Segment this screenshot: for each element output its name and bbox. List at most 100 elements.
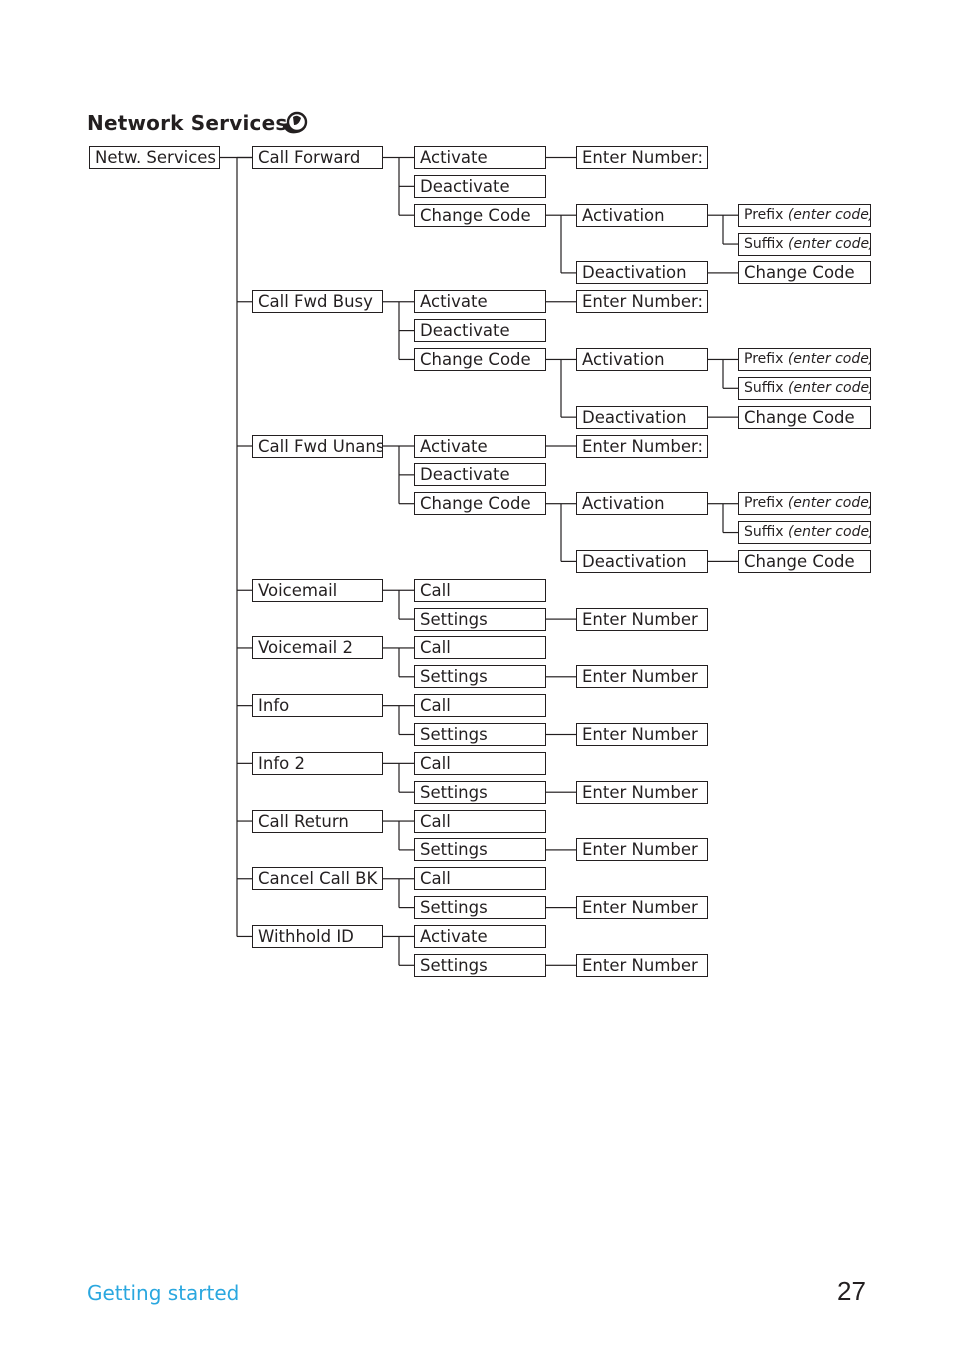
menu-item-call-fwd-busy[interactable]: Call Fwd Busy bbox=[252, 290, 383, 314]
page-number: 27 bbox=[837, 1276, 866, 1306]
menu-item-label: Enter Number bbox=[582, 725, 698, 744]
menu-item-deactivation[interactable]: Deactivation bbox=[576, 549, 708, 573]
menu-item-suffix[interactable]: Suffix (enter code) bbox=[738, 521, 871, 545]
menu-item-enter-number[interactable]: Enter Number bbox=[576, 780, 708, 804]
menu-item-call[interactable]: Call bbox=[414, 694, 546, 718]
menu-item-activation[interactable]: Activation bbox=[576, 492, 708, 516]
menu-item-call-return[interactable]: Call Return bbox=[252, 809, 383, 833]
menu-item-note: (enter code) bbox=[788, 524, 871, 541]
menu-item-label: Settings bbox=[420, 840, 488, 860]
menu-item-label: Enter Number bbox=[582, 840, 698, 860]
menu-item-activation[interactable]: Activation bbox=[576, 347, 708, 371]
menu-item-change-code[interactable]: Change Code bbox=[738, 261, 871, 285]
menu-item-label: Deactivate bbox=[420, 321, 510, 341]
menu-item-activate[interactable]: Activate bbox=[414, 924, 546, 948]
menu-item-suffix[interactable]: Suffix (enter code) bbox=[738, 376, 871, 400]
menu-item-label: Suffix bbox=[744, 379, 784, 396]
menu-item-label: Activate bbox=[420, 148, 488, 167]
menu-item-voicemail-2[interactable]: Voicemail 2 bbox=[252, 636, 383, 660]
menu-item-enter-number[interactable]: Enter Number bbox=[576, 723, 708, 746]
menu-item-prefix[interactable]: Prefix (enter code) bbox=[738, 203, 871, 227]
menu-item-call[interactable]: Call bbox=[414, 867, 546, 891]
menu-item-label: Change Code bbox=[420, 494, 531, 514]
menu-item-call[interactable]: Call bbox=[414, 809, 546, 833]
menu-item-call-fwd-unans[interactable]: Call Fwd Unans bbox=[252, 434, 383, 458]
menu-item-label: Deactivation bbox=[582, 263, 687, 283]
menu-item-call[interactable]: Call bbox=[414, 578, 546, 602]
menu-item-label: Settings bbox=[420, 725, 488, 744]
menu-item-label: Deactivate bbox=[420, 176, 510, 196]
menu-item-label: Info bbox=[258, 696, 290, 716]
menu-item-activate[interactable]: Activate bbox=[414, 146, 546, 169]
menu-item-label: Call Return bbox=[258, 811, 349, 831]
menu-item-enter-number[interactable]: Enter Number: bbox=[576, 146, 708, 169]
menu-item-info-2[interactable]: Info 2 bbox=[252, 751, 383, 775]
menu-item-settings[interactable]: Settings bbox=[414, 780, 546, 804]
menu-item-label: Call bbox=[420, 753, 451, 773]
menu-item-call[interactable]: Call bbox=[414, 636, 546, 660]
menu-item-deactivate[interactable]: Deactivate bbox=[414, 174, 546, 198]
menu-item-withhold-id[interactable]: Withhold ID bbox=[252, 924, 383, 948]
menu-item-settings[interactable]: Settings bbox=[414, 838, 546, 862]
menu-item-note: (enter code) bbox=[788, 379, 871, 396]
menu-item-netw-services[interactable]: Netw. Services bbox=[89, 146, 220, 169]
menu-item-label: Cancel Call BK bbox=[258, 869, 378, 889]
menu-item-label: Activate bbox=[420, 292, 488, 312]
menu-item-label: Call bbox=[420, 696, 451, 716]
menu-item-label: Call bbox=[420, 638, 451, 658]
menu-item-deactivate[interactable]: Deactivate bbox=[414, 319, 546, 343]
menu-item-label: Call bbox=[420, 580, 451, 600]
menu-item-label: Suffix bbox=[744, 524, 784, 541]
menu-item-enter-number[interactable]: Enter Number bbox=[576, 665, 708, 689]
menu-item-label: Netw. Services bbox=[95, 148, 217, 167]
menu-item-enter-number[interactable]: Enter Number: bbox=[576, 290, 708, 314]
menu-item-enter-number[interactable]: Enter Number: bbox=[576, 434, 708, 458]
menu-item-settings[interactable]: Settings bbox=[414, 665, 546, 689]
menu-item-settings[interactable]: Settings bbox=[414, 723, 546, 746]
menu-item-activate[interactable]: Activate bbox=[414, 434, 546, 458]
menu-item-label: Activation bbox=[582, 205, 665, 225]
menu-item-deactivation[interactable]: Deactivation bbox=[576, 405, 708, 429]
menu-item-note: (enter code) bbox=[787, 350, 871, 367]
menu-item-change-code[interactable]: Change Code bbox=[414, 203, 546, 227]
menu-item-change-code[interactable]: Change Code bbox=[414, 492, 546, 516]
menu-item-enter-number[interactable]: Enter Number bbox=[576, 953, 708, 977]
menu-item-prefix[interactable]: Prefix (enter code) bbox=[738, 347, 871, 371]
menu-item-settings[interactable]: Settings bbox=[414, 953, 546, 977]
menu-item-label: Enter Number bbox=[582, 609, 698, 629]
menu-item-label: Prefix bbox=[744, 350, 784, 367]
menu-item-settings[interactable]: Settings bbox=[414, 896, 546, 920]
menu-item-change-code[interactable]: Change Code bbox=[738, 549, 871, 573]
menu-item-call[interactable]: Call bbox=[414, 751, 546, 775]
menu-item-note: (enter code) bbox=[787, 206, 871, 223]
menu-item-label: Prefix bbox=[744, 495, 784, 512]
menu-item-label: Enter Number bbox=[582, 898, 698, 918]
menu-item-enter-number[interactable]: Enter Number bbox=[576, 607, 708, 631]
menu-item-change-code[interactable]: Change Code bbox=[738, 405, 871, 429]
menu-item-deactivate[interactable]: Deactivate bbox=[414, 463, 546, 487]
menu-item-change-code[interactable]: Change Code bbox=[414, 347, 546, 371]
menu-item-enter-number[interactable]: Enter Number bbox=[576, 838, 708, 862]
menu-item-label: Call bbox=[420, 811, 451, 831]
menu-item-voicemail[interactable]: Voicemail bbox=[252, 578, 383, 602]
menu-item-label: Call Fwd Busy bbox=[258, 292, 373, 312]
menu-item-prefix[interactable]: Prefix (enter code) bbox=[738, 492, 871, 516]
menu-item-label: Enter Number bbox=[582, 782, 698, 802]
menu-item-label: Settings bbox=[420, 898, 488, 918]
menu-item-label: Change Code bbox=[744, 407, 855, 427]
menu-item-note: (enter code) bbox=[788, 235, 871, 252]
menu-item-cancel-call-bk[interactable]: Cancel Call BK bbox=[252, 867, 383, 891]
menu-item-label: Enter Number bbox=[582, 667, 698, 687]
menu-item-label: Activate bbox=[420, 926, 488, 946]
menu-item-settings[interactable]: Settings bbox=[414, 607, 546, 631]
menu-item-activate[interactable]: Activate bbox=[414, 290, 546, 314]
menu-item-label: Voicemail 2 bbox=[258, 638, 354, 658]
menu-item-label: Prefix bbox=[744, 206, 784, 223]
menu-item-label: Enter Number: bbox=[582, 148, 704, 167]
menu-item-info[interactable]: Info bbox=[252, 694, 383, 718]
menu-item-activation[interactable]: Activation bbox=[576, 203, 708, 227]
menu-item-enter-number[interactable]: Enter Number bbox=[576, 896, 708, 920]
menu-item-suffix[interactable]: Suffix (enter code) bbox=[738, 232, 871, 256]
menu-item-deactivation[interactable]: Deactivation bbox=[576, 261, 708, 285]
menu-item-call-forward[interactable]: Call Forward bbox=[252, 146, 383, 169]
